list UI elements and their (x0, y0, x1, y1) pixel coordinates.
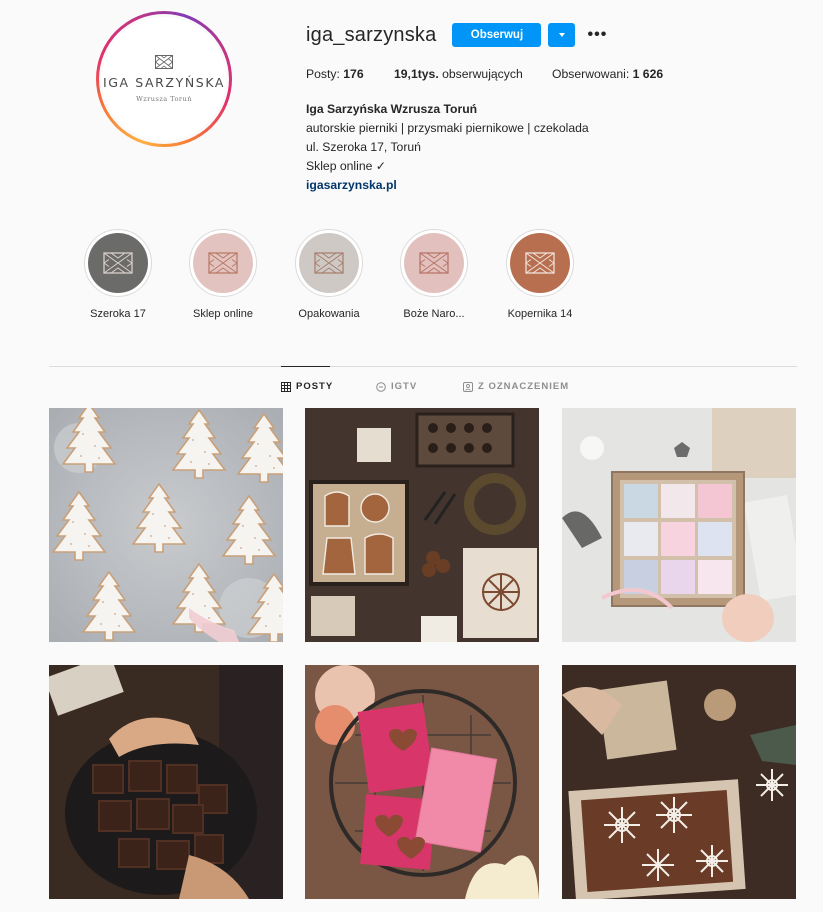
bio-line: ul. Szeroka 17, Toruń (306, 140, 421, 154)
highlight-item[interactable]: Opakowania (284, 229, 374, 320)
post-thumbnail[interactable] (49, 408, 283, 642)
post-thumbnail[interactable] (49, 665, 283, 899)
following-label: Obserwowani: (552, 67, 630, 81)
profile-bio: Iga Sarzyńska Wzrusza Toruń autorskie pi… (306, 100, 589, 195)
posts-count: Posty: 176 (306, 67, 364, 81)
highlight-ring (506, 229, 574, 297)
bio-line: autorskie pierniki | przysmaki piernikow… (306, 121, 589, 135)
tab-label: POSTY (296, 381, 334, 392)
highlight-cover (510, 233, 570, 293)
highlight-item[interactable]: Szeroka 17 (73, 229, 163, 320)
highlight-label: Szeroka 17 (90, 308, 146, 320)
tab-posts[interactable]: POSTY (281, 381, 333, 392)
post-thumbnail[interactable] (305, 665, 539, 899)
post-thumbnail[interactable] (305, 408, 539, 642)
profile-info: iga_sarzynska Obserwuj ••• Posty: 176 19… (306, 22, 806, 192)
highlight-label: Boże Naro... (403, 308, 465, 320)
profile-title-row: iga_sarzynska Obserwuj ••• (306, 22, 806, 48)
suggested-dropdown-button[interactable] (548, 23, 576, 47)
following-value: 1 626 (632, 67, 664, 81)
highlight-cover (88, 233, 148, 293)
lattice-icon (525, 252, 555, 274)
avatar-logo: IGA SARZYŃSKA Wzrusza Toruń (102, 17, 226, 141)
post-thumbnail[interactable] (562, 408, 796, 642)
highlight-cover (193, 233, 253, 293)
grid-icon (281, 381, 291, 392)
tab-tagged[interactable]: Z OZNACZENIEM (463, 381, 569, 392)
post-image (305, 665, 539, 899)
highlight-item[interactable]: Sklep online (178, 229, 268, 320)
tabs-divider (49, 366, 797, 367)
tab-igtv[interactable]: IGTV (376, 381, 417, 392)
profile-avatar[interactable]: IGA SARZYŃSKA Wzrusza Toruń (96, 11, 232, 147)
logo-lattice-icon (155, 55, 173, 69)
tagged-icon (463, 381, 473, 392)
profile-tabs: POSTY IGTV Z OZNACZENIEM (0, 381, 823, 395)
active-tab-indicator (281, 366, 330, 367)
post-image (562, 665, 796, 899)
highlight-cover (299, 233, 359, 293)
lattice-icon (103, 252, 133, 274)
post-image (305, 408, 539, 642)
post-image (562, 408, 796, 642)
username: iga_sarzynska (306, 23, 437, 46)
highlight-ring (400, 229, 468, 297)
bio-website-link[interactable]: igasarzynska.pl (306, 176, 589, 195)
highlight-ring (84, 229, 152, 297)
post-thumbnail[interactable] (562, 665, 796, 899)
lattice-icon (419, 252, 449, 274)
highlight-item[interactable]: Kopernika 14 (495, 229, 585, 320)
post-image (49, 408, 283, 642)
followers-value: 19,1tys. (394, 67, 439, 81)
bio-line: Sklep online ✓ (306, 159, 386, 173)
highlight-label: Sklep online (193, 308, 253, 320)
bio-full-name: Iga Sarzyńska Wzrusza Toruń (306, 102, 478, 116)
followers-label: obserwujących (442, 67, 523, 81)
highlight-label: Kopernika 14 (507, 308, 573, 320)
following-count[interactable]: Obserwowani: 1 626 (552, 67, 663, 81)
logo-brand-subtitle: Wzrusza Toruń (136, 95, 192, 103)
more-options-icon[interactable]: ••• (585, 23, 609, 47)
lattice-icon (314, 252, 344, 274)
story-highlights: Szeroka 17 Sklep online Opakowania Boże … (0, 229, 823, 329)
chevron-down-icon (558, 33, 565, 37)
highlight-item[interactable]: Boże Naro... (389, 229, 479, 320)
highlight-ring (189, 229, 257, 297)
posts-label: Posty: (306, 67, 340, 81)
tab-label: Z OZNACZENIEM (478, 381, 570, 392)
highlight-label: Opakowania (298, 308, 360, 320)
highlight-cover (404, 233, 464, 293)
posts-value: 176 (343, 67, 364, 81)
logo-brand-name: IGA SARZYŃSKA (102, 75, 226, 90)
highlight-ring (295, 229, 363, 297)
tab-label: IGTV (391, 381, 418, 392)
igtv-icon (376, 381, 386, 392)
lattice-icon (208, 252, 238, 274)
followers-count[interactable]: 19,1tys. obserwujących (394, 67, 523, 81)
follow-button[interactable]: Obserwuj (452, 23, 542, 47)
post-image (49, 665, 283, 899)
avatar-gap: IGA SARZYŃSKA Wzrusza Toruń (99, 14, 229, 144)
